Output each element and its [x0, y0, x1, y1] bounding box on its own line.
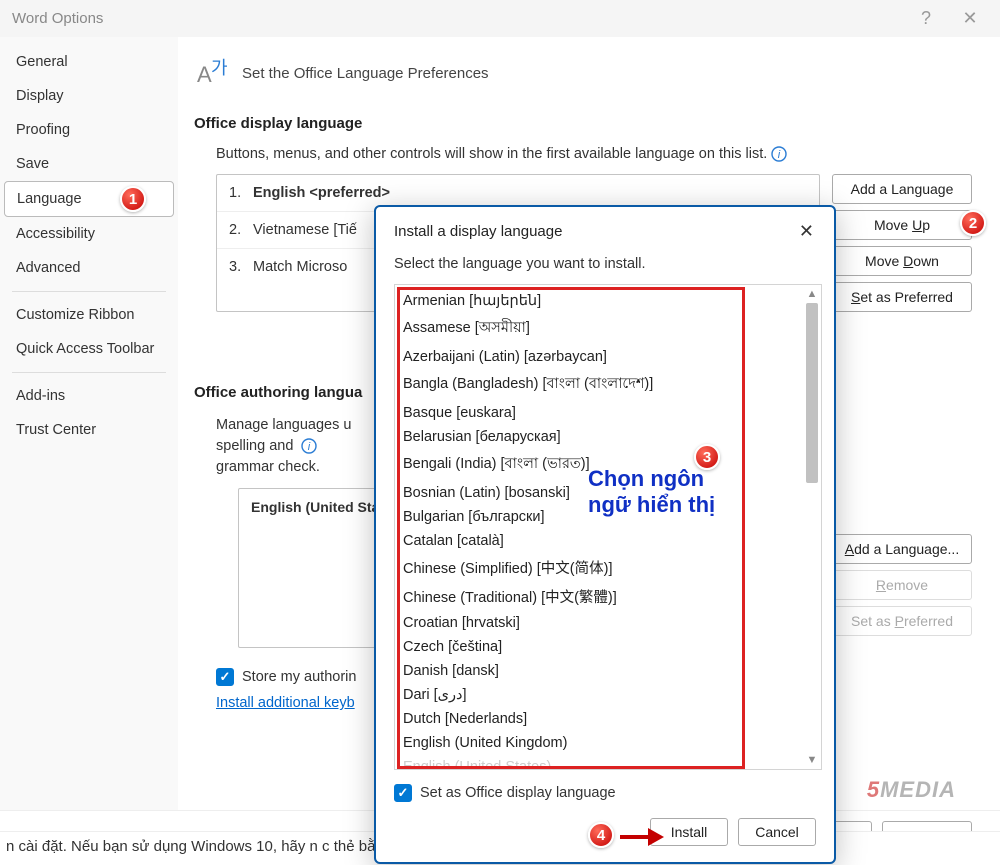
dialog-lang-item[interactable]: Assamese [অসমীয়া]	[401, 313, 815, 345]
scroll-down-icon[interactable]: ▼	[805, 753, 819, 767]
install-keyboards-link[interactable]: Install additional keyb	[216, 695, 355, 711]
dialog-lang-item[interactable]: Croatian [hrvatski]	[401, 611, 815, 635]
page-title: Set the Office Language Preferences	[242, 65, 489, 82]
sidebar-item-save[interactable]: Save	[4, 147, 174, 181]
sidebar-item-quick-access[interactable]: Quick Access Toolbar	[4, 332, 174, 366]
help-button[interactable]: ?	[904, 0, 948, 36]
add-authoring-language-button[interactable]: Add a Language...	[832, 534, 972, 564]
scroll-up-icon[interactable]: ▲	[805, 287, 819, 301]
dialog-language-list[interactable]: Armenian [հայերեն]Assamese [অসমীয়া]Azer…	[394, 284, 822, 770]
dialog-lang-item[interactable]: Czech [čeština]	[401, 635, 815, 659]
dialog-lang-item[interactable]: Dutch [Nederlands]	[401, 707, 815, 731]
sidebar-item-language[interactable]: Language	[4, 181, 174, 217]
section-display-title: Office display language	[194, 115, 972, 132]
info-icon[interactable]: i	[771, 146, 787, 162]
dialog-lang-item[interactable]: Bosnian (Latin) [bosanski]	[401, 481, 815, 505]
install-language-dialog: Install a display language ✕ Select the …	[374, 205, 836, 864]
set-authoring-preferred-button[interactable]: Set as Preferred	[832, 606, 972, 636]
sidebar-item-addins[interactable]: Add-ins	[4, 379, 174, 413]
display-lang-buttons: Add a Language Move Up Move Down Set as …	[832, 174, 972, 312]
svg-text:i: i	[778, 149, 781, 161]
watermark: 5MEDIA	[867, 777, 956, 803]
sidebar-item-proofing[interactable]: Proofing	[4, 113, 174, 147]
add-language-button[interactable]: Add a Language	[832, 174, 972, 204]
annotation-badge-2: 2	[960, 210, 986, 236]
dialog-title: Install a display language	[394, 223, 793, 240]
close-window-button[interactable]: ✕	[948, 0, 992, 36]
checkbox-checked-icon[interactable]: ✓	[216, 668, 234, 686]
dialog-list-wrap: Armenian [հայերեն]Assamese [অসমীয়া]Azer…	[394, 284, 822, 770]
annotation-badge-4: 4	[588, 822, 614, 848]
section-display-desc: Buttons, menus, and other controls will …	[216, 146, 972, 162]
remove-authoring-language-button[interactable]: Remove	[832, 570, 972, 600]
svg-text:i: i	[308, 441, 311, 453]
dialog-lang-item[interactable]: Azerbaijani (Latin) [azərbaycan]	[401, 345, 815, 369]
dialog-checkbox-label: Set as Office display language	[420, 785, 616, 801]
page-heading: A가 Set the Office Language Preferences	[194, 55, 972, 91]
dialog-lang-item[interactable]: Dari [درى]	[401, 683, 815, 707]
dialog-lang-item[interactable]: Bengali (India) [বাংলা (ভারত)]	[401, 449, 815, 481]
dialog-lang-item[interactable]: English (United Kingdom)	[401, 731, 815, 755]
set-preferred-button[interactable]: Set as Preferred	[832, 282, 972, 312]
authoring-lang-buttons: Add a Language... Remove Set as Preferre…	[832, 488, 972, 648]
sidebar-item-display[interactable]: Display	[4, 79, 174, 113]
sidebar-item-advanced[interactable]: Advanced	[4, 251, 174, 285]
language-icon: A가	[194, 55, 230, 91]
window-title: Word Options	[8, 10, 904, 27]
move-up-button[interactable]: Move Up	[832, 210, 972, 240]
dialog-lang-item[interactable]: Bulgarian [български]	[401, 505, 815, 529]
sidebar-item-accessibility[interactable]: Accessibility	[4, 217, 174, 251]
sidebar-item-trust-center[interactable]: Trust Center	[4, 413, 174, 447]
dialog-cancel-button[interactable]: Cancel	[738, 818, 816, 846]
annotation-badge-3: 3	[694, 444, 720, 470]
move-down-button[interactable]: Move Down	[832, 246, 972, 276]
dialog-set-display-checkbox-row[interactable]: ✓ Set as Office display language	[376, 774, 834, 808]
annotation-badge-1: 1	[120, 186, 146, 212]
dialog-close-button[interactable]: ✕	[793, 219, 820, 244]
dialog-lang-item[interactable]: Bangla (Bangladesh) [বাংলা (বাংলাদেশ)]	[401, 369, 815, 401]
dialog-lang-item[interactable]: Chinese (Traditional) [中文(繁體)]	[401, 582, 815, 611]
dialog-lang-item[interactable]: Danish [dansk]	[401, 659, 815, 683]
svg-text:A: A	[197, 62, 212, 87]
sidebar-item-general[interactable]: General	[4, 45, 174, 79]
sidebar: General Display Proofing Save Language A…	[0, 37, 178, 810]
sidebar-item-customize-ribbon[interactable]: Customize Ribbon	[4, 298, 174, 332]
annotation-arrow-icon	[618, 826, 664, 851]
scroll-thumb[interactable]	[806, 303, 818, 483]
dialog-header: Install a display language ✕	[376, 207, 834, 250]
checkbox-label: Store my authorin	[242, 669, 356, 685]
dialog-subtitle: Select the language you want to install.	[376, 250, 834, 280]
dialog-lang-item[interactable]: English (United States)	[401, 755, 815, 770]
svg-text:가: 가	[211, 58, 228, 78]
sidebar-separator	[12, 291, 166, 292]
scrollbar[interactable]: ▲ ▼	[805, 287, 819, 767]
sidebar-separator	[12, 372, 166, 373]
dialog-lang-item[interactable]: Chinese (Simplified) [中文(简体)]	[401, 553, 815, 582]
titlebar: Word Options ? ✕	[0, 0, 1000, 36]
dialog-lang-item[interactable]: Catalan [català]	[401, 529, 815, 553]
checkbox-checked-icon[interactable]: ✓	[394, 784, 412, 802]
dialog-lang-item[interactable]: Belarusian [беларуская]	[401, 425, 815, 449]
dialog-lang-item[interactable]: Basque [euskara]	[401, 401, 815, 425]
desc-text: Buttons, menus, and other controls will …	[216, 146, 767, 162]
dialog-lang-item[interactable]: Armenian [հայերեն]	[401, 289, 815, 313]
info-icon[interactable]: i	[301, 438, 317, 454]
